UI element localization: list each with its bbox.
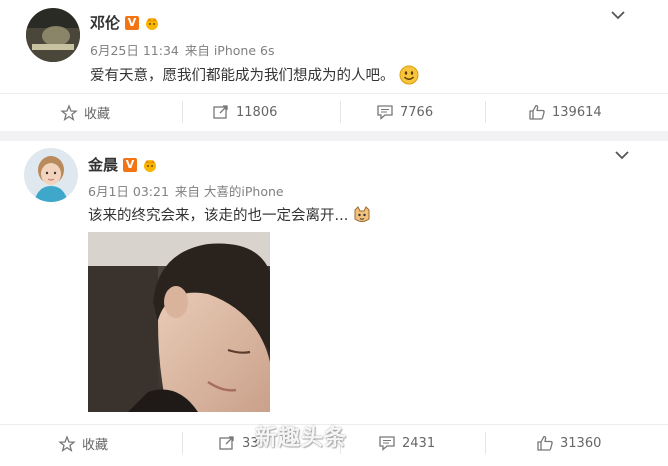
action-divider [485,101,486,123]
cat-emoji-icon [354,205,370,222]
like-button[interactable]: 31360 [536,434,601,452]
watermark: 新趣头条 [255,426,348,451]
star-icon [60,103,78,121]
post-meta: 6月25日 11:34 来自 iPhone 6s [90,40,280,59]
author-name[interactable]: 邓伦 [90,12,120,33]
favorite-button[interactable]: 收藏 [58,434,108,453]
chevron-down-icon[interactable] [610,10,626,20]
post-actions: 收藏 11806 7766 139614 [0,94,668,130]
thumbs-up-icon [529,104,545,120]
post-text: 该来的终究会来，该走的也一定会离开... [88,204,372,225]
smile-emoji-icon [399,65,418,84]
like-button[interactable]: 139614 [528,103,602,121]
action-divider [340,101,341,123]
comment-button[interactable]: 7766 [376,103,433,121]
author-row: 邓伦 V [90,12,160,33]
member-crown-icon [144,159,157,172]
verified-badge: V [123,157,138,172]
comment-icon [379,436,395,451]
avatar-image [24,148,78,202]
thumbs-up-icon [537,435,553,451]
comment-count: 7766 [400,104,434,120]
user-avatar[interactable] [26,8,80,62]
feed-separator [0,131,668,141]
post-image[interactable] [88,232,270,412]
post-text-content: 该来的终究会来，该走的也一定会离开... [88,208,349,224]
post-source: 来自 iPhone 6s [184,43,275,58]
repost-button[interactable]: 11806 [212,103,277,121]
comment-count: 2431 [402,435,436,451]
like-count: 139614 [552,104,602,120]
action-divider [485,432,486,454]
portrait-photo [88,232,270,412]
action-divider [182,432,183,454]
star-icon [58,434,76,452]
post-text-content: 爱有天意，愿我们都能成为我们想成为的人吧。 [90,68,395,84]
author-row: 金晨 V [88,154,158,175]
like-count: 31360 [560,435,602,451]
repost-button[interactable]: 33 [218,434,259,452]
author-name[interactable]: 金晨 [88,154,118,175]
post-time[interactable]: 6月25日 11:34 [90,43,179,58]
post-source: 来自 大喜的iPhone [174,184,284,199]
repost-icon [213,105,228,119]
post-meta: 6月1日 03:21 来自 大喜的iPhone [88,181,290,200]
favorite-button[interactable]: 收藏 [60,103,110,122]
avatar-image [26,8,80,62]
user-avatar[interactable] [24,148,78,202]
repost-count: 11806 [236,104,278,120]
chevron-down-icon[interactable] [614,150,630,160]
post-text: 爱有天意，愿我们都能成为我们想成为的人吧。 [90,64,419,85]
favorite-label: 收藏 [84,107,111,122]
verified-badge: V [125,15,140,30]
comment-icon [377,105,393,120]
comment-button[interactable]: 2431 [378,434,435,452]
repost-icon [219,436,234,450]
action-divider [182,101,183,123]
member-crown-icon [146,17,159,30]
favorite-label: 收藏 [82,438,109,453]
post-time[interactable]: 6月1日 03:21 [88,184,169,199]
